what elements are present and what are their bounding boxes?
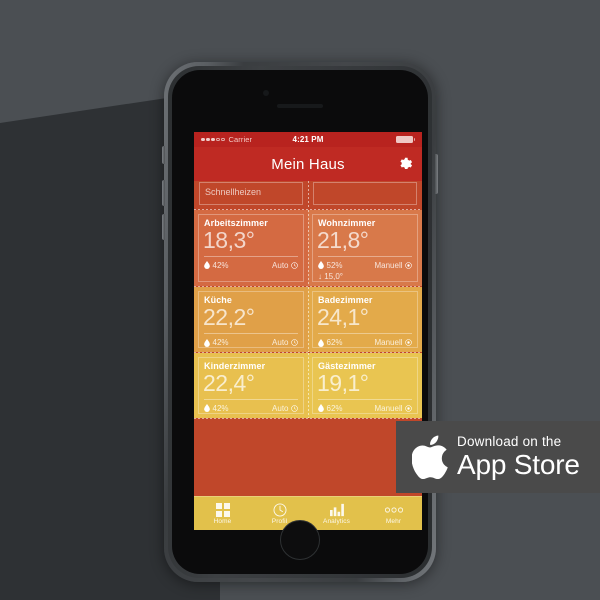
badge-large-text: App Store [457,448,580,480]
scrolled-tile-right[interactable] [308,181,422,209]
badge-small-text: Download on the [457,434,562,450]
target-icon [405,404,412,412]
droplet-icon [204,404,210,413]
droplet-icon [318,404,324,413]
room-temperature: 19,1° [317,370,369,396]
room-row: Arbeitszimmer 18,3° 42% Auto Wohnzimmer … [194,210,422,287]
tab-mehr[interactable]: Mehr [365,503,422,525]
room-humidity: 42% [212,403,229,413]
room-mode: Auto [272,403,289,413]
vertical-separator [308,353,309,418]
power-button[interactable] [435,154,438,194]
quick-heat-label: Schnellheizen [205,187,262,197]
room-humidity: 42% [212,260,229,270]
room-temperature: 24,1° [317,304,369,331]
room-temperature: 22,4° [203,370,255,396]
room-meta: 62% Manuell [318,404,415,413]
target-icon [405,339,412,346]
navigation-bar: Mein Haus [194,147,422,181]
room-meta: 62% Manuell [318,338,415,347]
quick-heat-tile[interactable]: Schnellheizen [194,181,308,209]
silent-switch[interactable] [162,146,165,164]
vertical-separator [308,287,309,352]
page-title: Mein Haus [271,155,345,173]
droplet-icon [318,338,324,347]
vertical-separator [308,181,309,209]
badge-text: Download on the App Store [457,435,580,479]
room-humidity: 42% [212,338,229,347]
tab-mehr-label: Mehr [385,517,402,525]
room-row: Kinderzimmer 22,4° 42% Auto Gästezimmer … [194,353,422,418]
home-button[interactable] [280,520,320,560]
more-dots-icon [384,503,403,517]
droplet-icon [204,338,210,347]
volume-up-button[interactable] [162,180,165,206]
room-card[interactable]: Gästezimmer 19,1° 62% Manuell [308,353,422,418]
horizontal-separator [194,417,422,419]
phone-bezel: Carrier 4:21 PM Mein Haus Schnellheizen … [168,66,432,578]
scrolled-top-row: Schnellheizen [194,181,422,209]
volume-down-button[interactable] [162,214,165,240]
card-divider [204,333,298,334]
phone-front-glass: Carrier 4:21 PM Mein Haus Schnellheizen … [172,70,428,574]
vertical-separator [308,210,309,287]
status-bar: Carrier 4:21 PM [194,132,422,147]
tab-profil-label: Profil [271,517,288,525]
tab-home[interactable]: Home [194,502,251,525]
card-divider [318,398,412,400]
room-row: Küche 22,2° 42% Auto Badezimmer 24,1° 62… [194,287,422,352]
room-mode: Auto [272,338,289,347]
room-humidity: 62% [326,403,343,413]
app-store-badge[interactable]: Download on the App Store [396,421,600,493]
room-mode: Manuell [374,338,403,347]
room-meta: 42% Auto [204,338,301,347]
card-divider [204,398,298,400]
apple-logo-icon [412,435,448,479]
room-card[interactable]: Wohnzimmer 21,8° 52% Manuell ↓ 15,0° [308,210,422,287]
droplet-icon [318,261,324,270]
target-icon [405,261,412,269]
bar-chart-icon [329,503,344,517]
tab-analytics-label: Analytics [323,517,350,525]
card-divider [204,255,298,257]
gear-icon[interactable] [398,157,413,172]
room-grid: Schnellheizen Arbeitszimmer 18,3° 42% Au… [194,181,422,496]
card-divider [318,255,412,257]
phone-device: Carrier 4:21 PM Mein Haus Schnellheizen … [162,62,438,582]
clock-icon [291,339,298,346]
droplet-icon [204,261,210,270]
room-meta: 42% Auto [204,404,301,413]
room-setpoint: ↓ 15,0° [318,272,343,282]
room-card[interactable]: Küche 22,2° 42% Auto [194,287,308,352]
room-card[interactable]: Arbeitszimmer 18,3° 42% Auto [194,210,308,287]
room-mode: Auto [272,260,289,270]
room-temperature: 18,3° [203,227,255,253]
room-mode: Manuell [374,260,403,270]
phone-screen: Carrier 4:21 PM Mein Haus Schnellheizen … [194,132,422,530]
room-humidity: 62% [326,338,343,347]
room-meta: 42% Auto [204,261,301,270]
room-mode: Manuell [374,403,403,413]
earpiece-speaker [277,104,323,108]
front-camera-icon [263,90,269,96]
grid-icon [215,502,230,517]
room-temperature: 21,8° [317,227,369,253]
clock-icon [291,261,298,269]
room-humidity: 52% [326,260,343,270]
card-divider [318,333,412,334]
room-card[interactable]: Badezimmer 24,1° 62% Manuell [308,287,422,352]
room-meta: 52% Manuell [318,261,415,270]
tab-home-label: Home [213,517,232,525]
clock-icon [291,404,298,412]
room-temperature: 22,2° [203,304,255,331]
clock-icon [273,503,287,517]
room-card[interactable]: Kinderzimmer 22,4° 42% Auto [194,353,308,418]
tab-analytics[interactable]: Analytics [308,503,365,525]
status-bar-clock: 4:21 PM [292,135,324,144]
